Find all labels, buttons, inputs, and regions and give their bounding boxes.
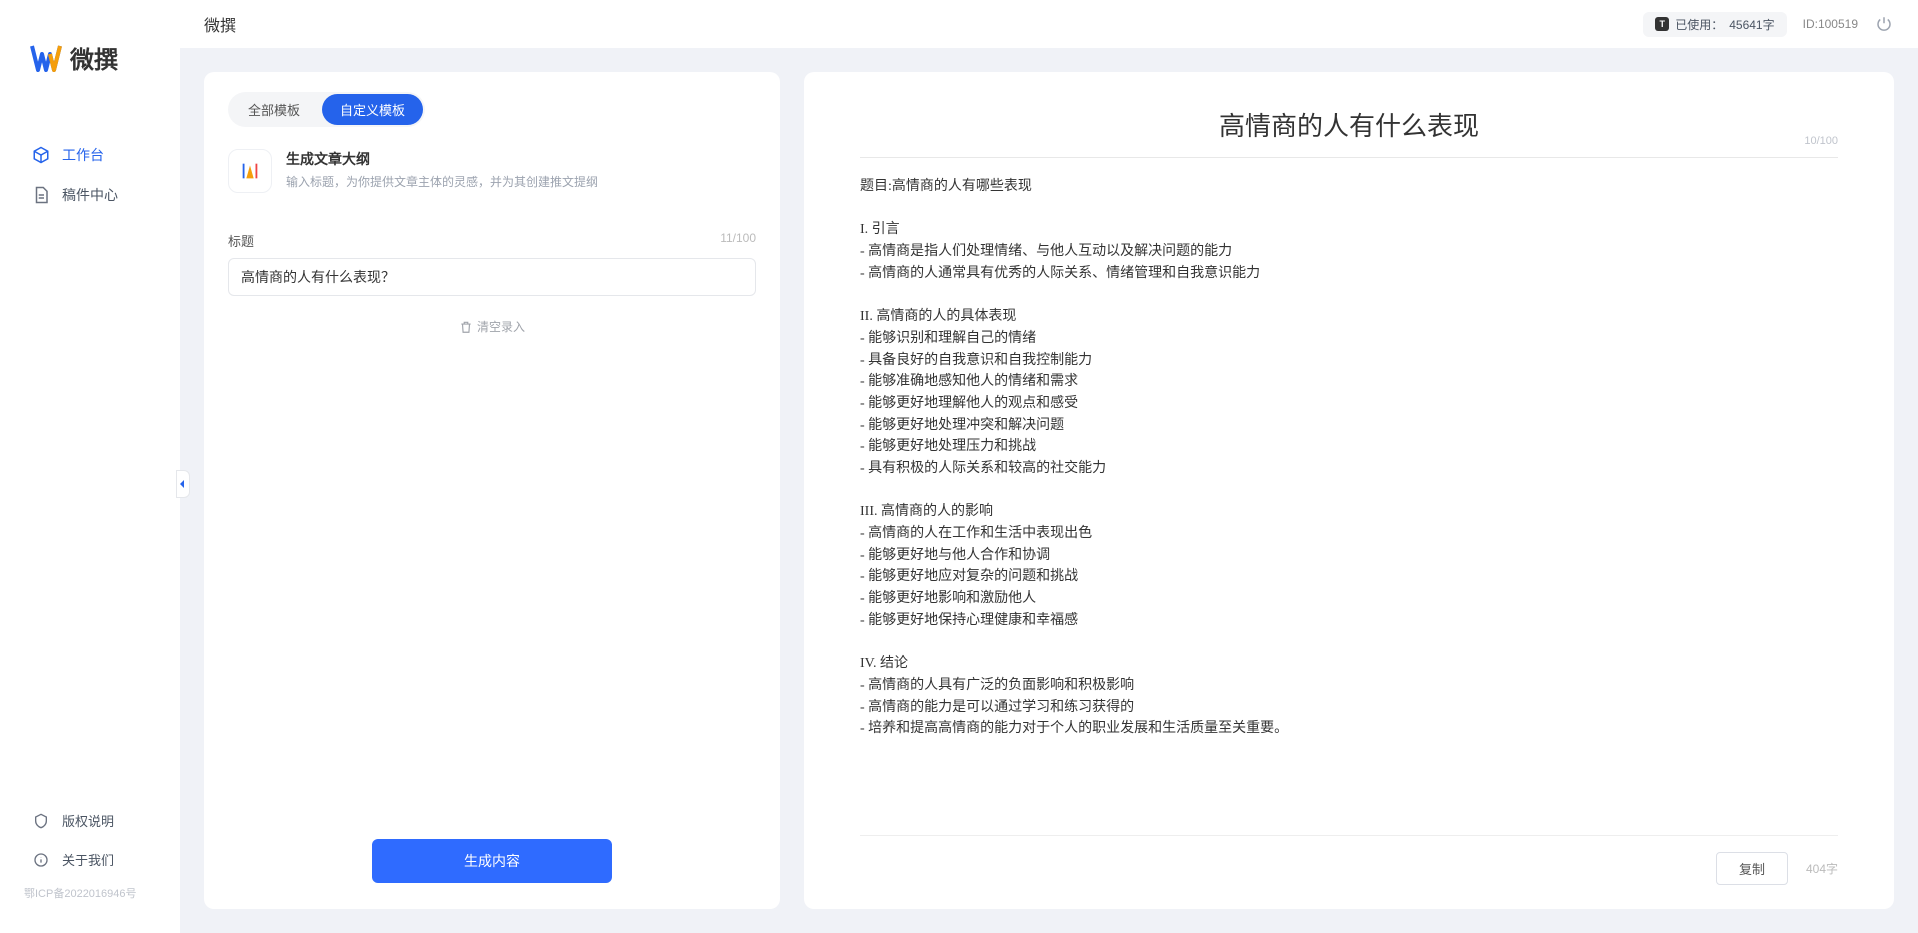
- text-count-icon: T: [1655, 17, 1669, 31]
- cube-icon: [32, 146, 50, 164]
- nav-item-workbench[interactable]: 工作台: [0, 135, 180, 175]
- user-id: ID:100519: [1803, 17, 1858, 31]
- template-meta: 生成文章大纲 输入标题，为你提供文章主体的灵感，并为其创建推文提纲: [286, 149, 598, 190]
- info-icon: [32, 851, 50, 869]
- brand-logo: 微撰: [0, 30, 180, 105]
- word-count: 404字: [1806, 860, 1838, 877]
- nav-item-copyright[interactable]: 版权说明: [0, 801, 180, 840]
- clear-button[interactable]: 清空录入: [228, 318, 756, 335]
- doc-footer: 复制 404字: [860, 835, 1838, 885]
- sidebar: 微撰 工作台 稿件中心 版权说明: [0, 0, 180, 933]
- document-icon: [32, 186, 50, 204]
- sidebar-collapse-toggle[interactable]: [176, 470, 190, 498]
- trash-icon: [459, 320, 473, 334]
- template-card: 生成文章大纲 输入标题，为你提供文章主体的灵感，并为其创建推文提纲: [228, 127, 756, 205]
- logo-mark-icon: [30, 42, 62, 74]
- divider: [860, 157, 1838, 158]
- power-icon: [1875, 15, 1893, 33]
- nav-item-about[interactable]: 关于我们: [0, 840, 180, 879]
- chevron-left-icon: [178, 479, 188, 489]
- title-field-row: 标题 11/100: [228, 231, 756, 296]
- template-icon: [228, 149, 272, 193]
- nav-item-drafts[interactable]: 稿件中心: [0, 175, 180, 215]
- shield-icon: [32, 812, 50, 830]
- template-desc: 输入标题，为你提供文章主体的灵感，并为其创建推文提纲: [286, 173, 598, 190]
- doc-title-counter: 10/100: [1804, 135, 1838, 147]
- content: 全部模板 自定义模板 生成文章大纲 输入标题，为你提供文章主体的灵感，并为其创建…: [180, 48, 1918, 933]
- nav-label: 版权说明: [62, 811, 114, 830]
- page-title: 微撰: [204, 12, 236, 36]
- field-counter: 11/100: [720, 231, 756, 250]
- main: 微撰 T 已使用： 45641字 ID:100519 全部模板 自定义模板: [180, 0, 1918, 933]
- nav: 工作台 稿件中心: [0, 105, 180, 215]
- template-panel: 全部模板 自定义模板 生成文章大纲 输入标题，为你提供文章主体的灵感，并为其创建…: [204, 72, 780, 909]
- output-panel: 高情商的人有什么表现 10/100 题目:高情商的人有哪些表现 I. 引言 - …: [804, 72, 1894, 909]
- tab-all-templates[interactable]: 全部模板: [230, 94, 318, 125]
- usage-value: 45641字: [1729, 16, 1774, 33]
- template-tabs: 全部模板 自定义模板: [228, 92, 425, 127]
- sidebar-bottom: 版权说明 关于我们 鄂ICP备2022016946号: [0, 801, 180, 933]
- nav-label: 工作台: [62, 145, 104, 165]
- legal-text: 鄂ICP备2022016946号: [0, 879, 180, 913]
- header: 微撰 T 已使用： 45641字 ID:100519: [180, 0, 1918, 48]
- doc-body[interactable]: 题目:高情商的人有哪些表现 I. 引言 - 高情商是指人们处理情绪、与他人互动以…: [860, 176, 1838, 825]
- tab-custom-templates[interactable]: 自定义模板: [322, 94, 423, 125]
- clear-label: 清空录入: [477, 318, 525, 335]
- usage-badge: T 已使用： 45641字: [1643, 12, 1786, 37]
- title-input[interactable]: [228, 258, 756, 296]
- doc-title: 高情商的人有什么表现: [860, 106, 1838, 143]
- usage-prefix: 已使用：: [1675, 16, 1723, 33]
- copy-button[interactable]: 复制: [1716, 852, 1788, 885]
- nav-label: 稿件中心: [62, 185, 118, 205]
- field-label: 标题: [228, 231, 254, 250]
- template-title: 生成文章大纲: [286, 149, 598, 169]
- nav-label: 关于我们: [62, 850, 114, 869]
- power-button[interactable]: [1874, 14, 1894, 34]
- brand-name: 微撰: [70, 40, 118, 75]
- generate-button[interactable]: 生成内容: [372, 839, 612, 883]
- doc-title-row: 高情商的人有什么表现 10/100: [860, 96, 1838, 157]
